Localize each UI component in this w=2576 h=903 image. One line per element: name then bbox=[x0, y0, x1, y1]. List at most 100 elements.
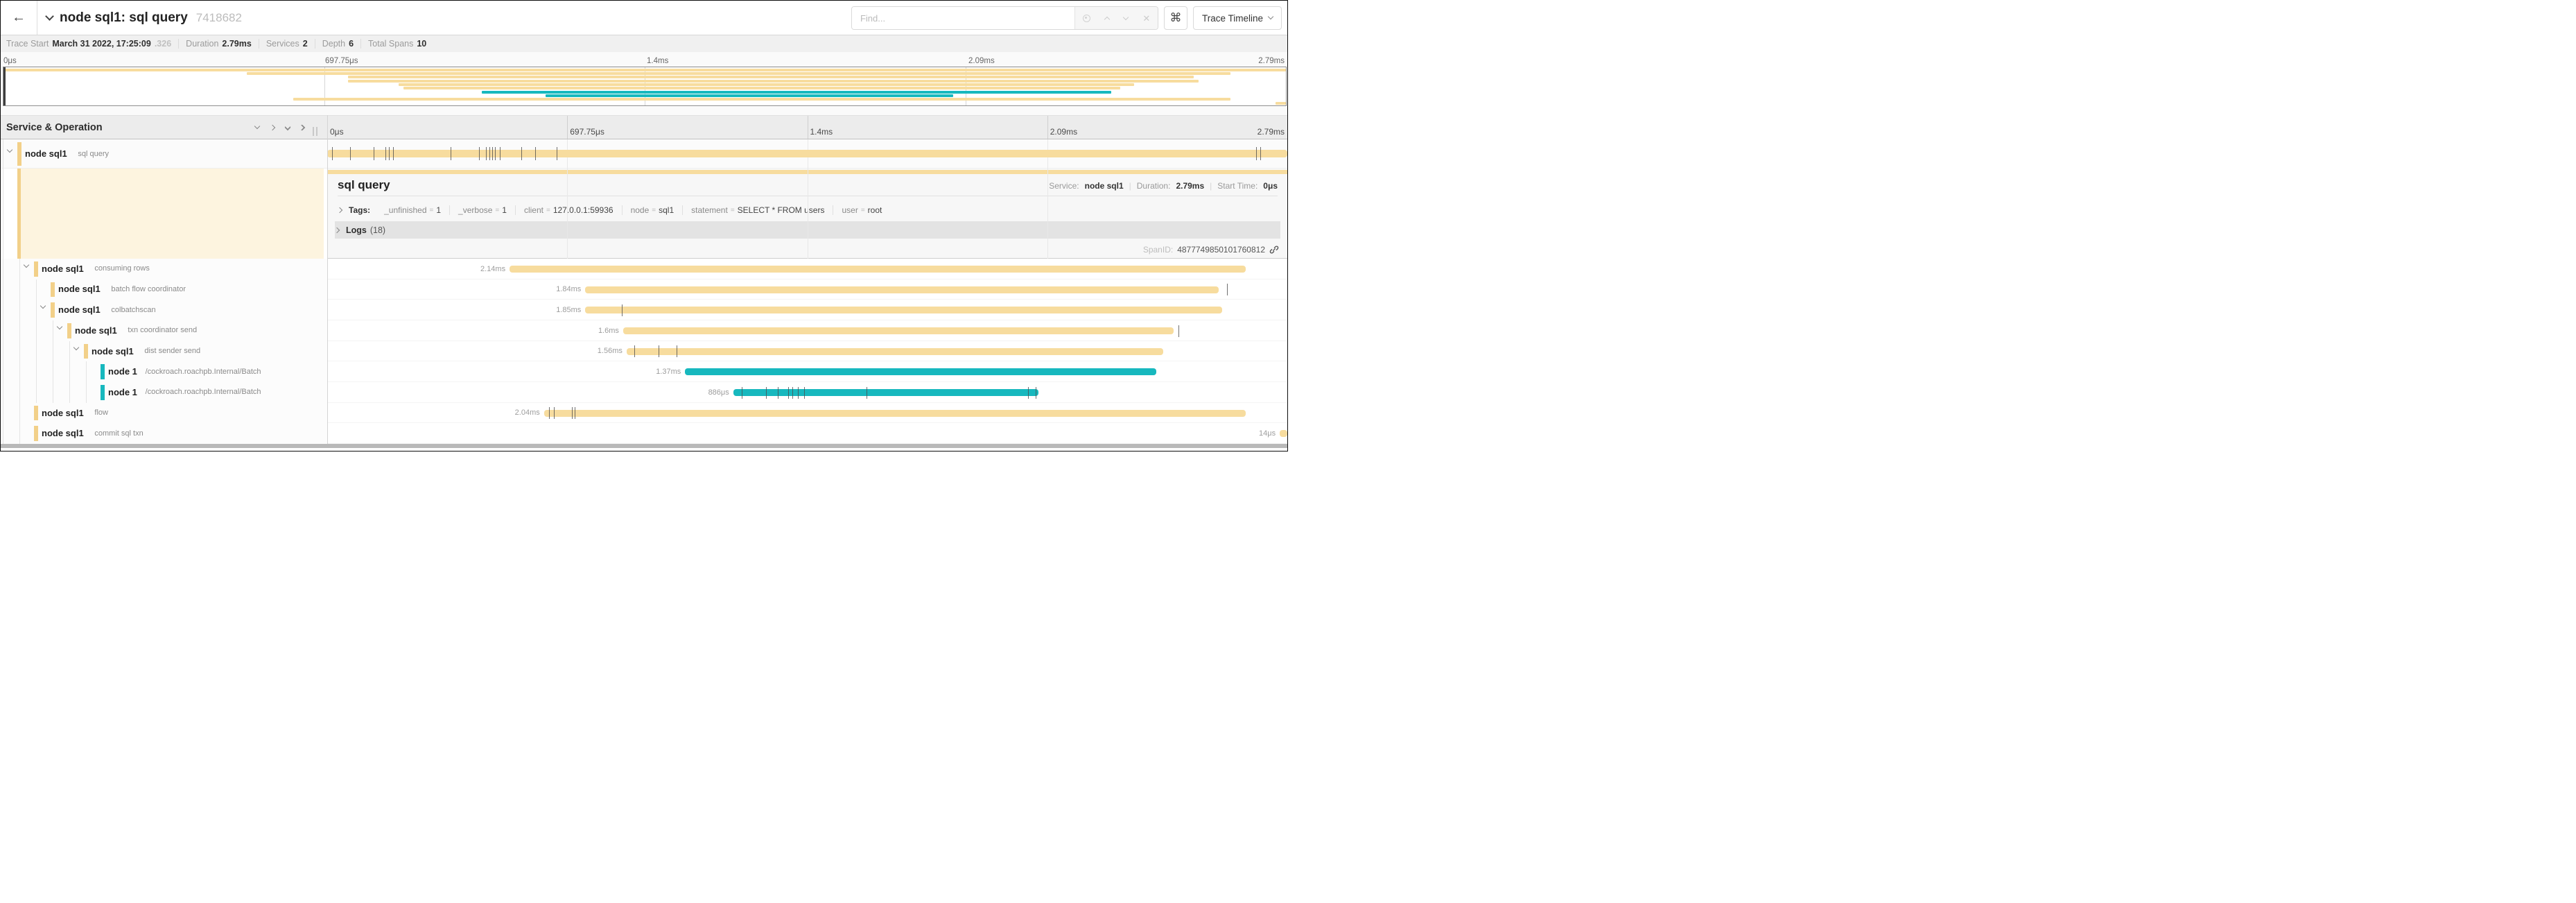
span-duration-label: 1.56ms bbox=[598, 347, 623, 355]
row-collapse-chevron-icon[interactable] bbox=[57, 324, 62, 329]
tags-row[interactable]: Tags: _unfinished=1_verbose=1client=127.… bbox=[338, 202, 1278, 218]
summary-item: Total Spans10 bbox=[361, 39, 433, 49]
ruler-tick-label: 1.4ms bbox=[810, 127, 833, 137]
span-duration-label: 2.14ms bbox=[480, 265, 505, 273]
trace-view-dropdown[interactable]: Trace Timeline bbox=[1193, 6, 1282, 30]
tree-row-batch-flow-coordinator[interactable]: node sql1batch flow coordinator bbox=[1, 280, 327, 300]
service-operation-title: Service & Operation bbox=[6, 122, 103, 133]
detail-span-bar bbox=[328, 170, 1287, 174]
log-tick bbox=[521, 147, 522, 160]
row-color-stripe bbox=[84, 344, 88, 359]
tree-row--cockroach-roachpb-internal-batch[interactable]: node 1/cockroach.roachpb.Internal/Batch bbox=[1, 382, 327, 403]
trace-view-dropdown-label: Trace Timeline bbox=[1202, 13, 1263, 24]
page-header: ← node sql1: sql query 7418682 ✕ ⌘ Trace bbox=[1, 1, 1287, 35]
log-tick bbox=[332, 147, 333, 160]
span-bar-row[interactable]: 886μs bbox=[327, 382, 1287, 403]
span-bar-row[interactable]: 2.04ms bbox=[327, 403, 1287, 424]
deep-link-icon[interactable] bbox=[1269, 245, 1279, 255]
row-color-stripe bbox=[17, 142, 21, 166]
tree-row-flow[interactable]: node sql1flow bbox=[1, 403, 327, 424]
minimap-span-bar bbox=[293, 98, 1231, 101]
focus-match-icon[interactable] bbox=[1083, 15, 1090, 22]
span-bar[interactable] bbox=[585, 307, 1221, 313]
tree-row-sql-query[interactable]: node sql1sql query bbox=[1, 139, 327, 169]
ruler-tick-label: 0μs bbox=[3, 57, 17, 65]
span-bar[interactable] bbox=[510, 266, 1246, 273]
collapse-one-icon[interactable] bbox=[254, 123, 260, 128]
span-bar[interactable] bbox=[1280, 430, 1287, 437]
collapse-trace-chevron-icon[interactable] bbox=[45, 12, 54, 21]
span-duration-label: 1.85ms bbox=[556, 306, 581, 314]
minimap-span-bar bbox=[1276, 102, 1286, 105]
span-row-root[interactable]: node sql1sql query bbox=[1, 139, 1287, 169]
row-operation-name: flow bbox=[94, 409, 108, 417]
keyboard-shortcuts-button[interactable]: ⌘ bbox=[1164, 6, 1187, 30]
clear-search-icon[interactable]: ✕ bbox=[1142, 14, 1150, 23]
next-match-icon[interactable] bbox=[1123, 15, 1129, 20]
row-service-name: node sql1 bbox=[75, 325, 117, 336]
expand-one-icon[interactable] bbox=[270, 124, 275, 130]
log-tick bbox=[1178, 325, 1179, 337]
row-collapse-chevron-icon[interactable] bbox=[73, 344, 79, 350]
minimap-span-bar bbox=[403, 87, 1120, 89]
ruler-tick-label: 697.75μs bbox=[570, 127, 604, 137]
ruler-tick-label: 697.75μs bbox=[325, 57, 358, 65]
log-tick bbox=[1260, 147, 1261, 160]
span-bar[interactable] bbox=[627, 348, 1163, 355]
find-input[interactable] bbox=[852, 7, 1074, 29]
span-bar[interactable] bbox=[544, 410, 1246, 417]
collapse-controls bbox=[255, 126, 302, 130]
minimap-canvas[interactable] bbox=[3, 67, 1287, 106]
span-bar[interactable] bbox=[327, 150, 1287, 157]
row-operation-name: /cockroach.roachpb.Internal/Batch bbox=[146, 368, 261, 376]
minimap-scrubber-handle bbox=[3, 67, 6, 105]
detail-span-title: sql query bbox=[338, 178, 390, 191]
ruler-tick-label: 0μs bbox=[330, 127, 344, 137]
find-group: ✕ bbox=[851, 6, 1158, 30]
row-collapse-chevron-icon[interactable] bbox=[7, 147, 12, 153]
tree-row-txn-coordinator-send[interactable]: node sql1txn coordinator send bbox=[1, 320, 327, 341]
tag-_unfinished: _unfinished=1 bbox=[376, 205, 450, 215]
span-bar-row[interactable]: 1.6ms bbox=[327, 320, 1287, 341]
row-collapse-chevron-icon[interactable] bbox=[40, 303, 46, 309]
span-bar-row[interactable]: 1.85ms bbox=[327, 300, 1287, 320]
minimap-span-bar bbox=[546, 94, 952, 97]
collapse-all-icon[interactable] bbox=[286, 127, 290, 128]
ruler-tick-label: 2.79ms bbox=[1257, 127, 1285, 137]
minimap-span-bar bbox=[399, 83, 1134, 86]
row-color-stripe bbox=[34, 261, 38, 277]
panel-divider[interactable] bbox=[327, 115, 328, 447]
back-button[interactable]: ← bbox=[1, 1, 37, 35]
log-tick bbox=[634, 345, 635, 357]
span-bar-row[interactable]: 14μs bbox=[327, 423, 1287, 444]
span-bar[interactable] bbox=[685, 368, 1156, 375]
span-bar-row[interactable]: 1.37ms bbox=[327, 361, 1287, 382]
tree-row-consuming-rows[interactable]: node sql1consuming rows bbox=[1, 259, 327, 280]
prev-match-icon[interactable] bbox=[1104, 16, 1110, 22]
start-time-label: Start Time: bbox=[1217, 181, 1257, 191]
log-tick bbox=[492, 147, 493, 160]
tree-row-colbatchscan[interactable]: node sql1colbatchscan bbox=[1, 300, 327, 320]
detail-title-row: sql query Service:node sql1 | Duration:2… bbox=[338, 178, 1278, 196]
detail-left-column bbox=[1, 169, 327, 259]
logs-row[interactable]: Logs (18) bbox=[335, 221, 1280, 239]
tree-row-dist-sender-send[interactable]: node sql1dist sender send bbox=[1, 341, 327, 362]
column-resizer-handle[interactable] bbox=[313, 127, 317, 136]
tree-row-commit-sql-txn[interactable]: node sql1commit sql txn bbox=[1, 423, 327, 444]
span-bar-row[interactable]: 2.14ms bbox=[327, 259, 1287, 280]
log-tick bbox=[350, 147, 351, 160]
span-bar[interactable] bbox=[585, 286, 1218, 293]
ruler-tick-label: 2.79ms bbox=[1258, 57, 1285, 65]
detail-indent-fill bbox=[21, 169, 324, 259]
span-bar-row[interactable]: 1.84ms bbox=[327, 280, 1287, 300]
duration-value: 2.79ms bbox=[1176, 181, 1204, 191]
span-bar[interactable] bbox=[623, 327, 1174, 334]
row-collapse-chevron-icon[interactable] bbox=[24, 262, 29, 268]
horizontal-scrollbar[interactable] bbox=[1, 444, 1287, 448]
expand-all-icon[interactable] bbox=[301, 126, 302, 130]
span-bar[interactable] bbox=[733, 389, 1038, 396]
row-service-name: node sql1 bbox=[58, 304, 101, 315]
tree-row--cockroach-roachpb-internal-batch[interactable]: node 1/cockroach.roachpb.Internal/Batch bbox=[1, 361, 327, 382]
span-bar-row[interactable]: 1.56ms bbox=[327, 341, 1287, 362]
timeline-ruler: 0μs697.75μs1.4ms2.09ms2.79ms bbox=[327, 116, 1287, 139]
